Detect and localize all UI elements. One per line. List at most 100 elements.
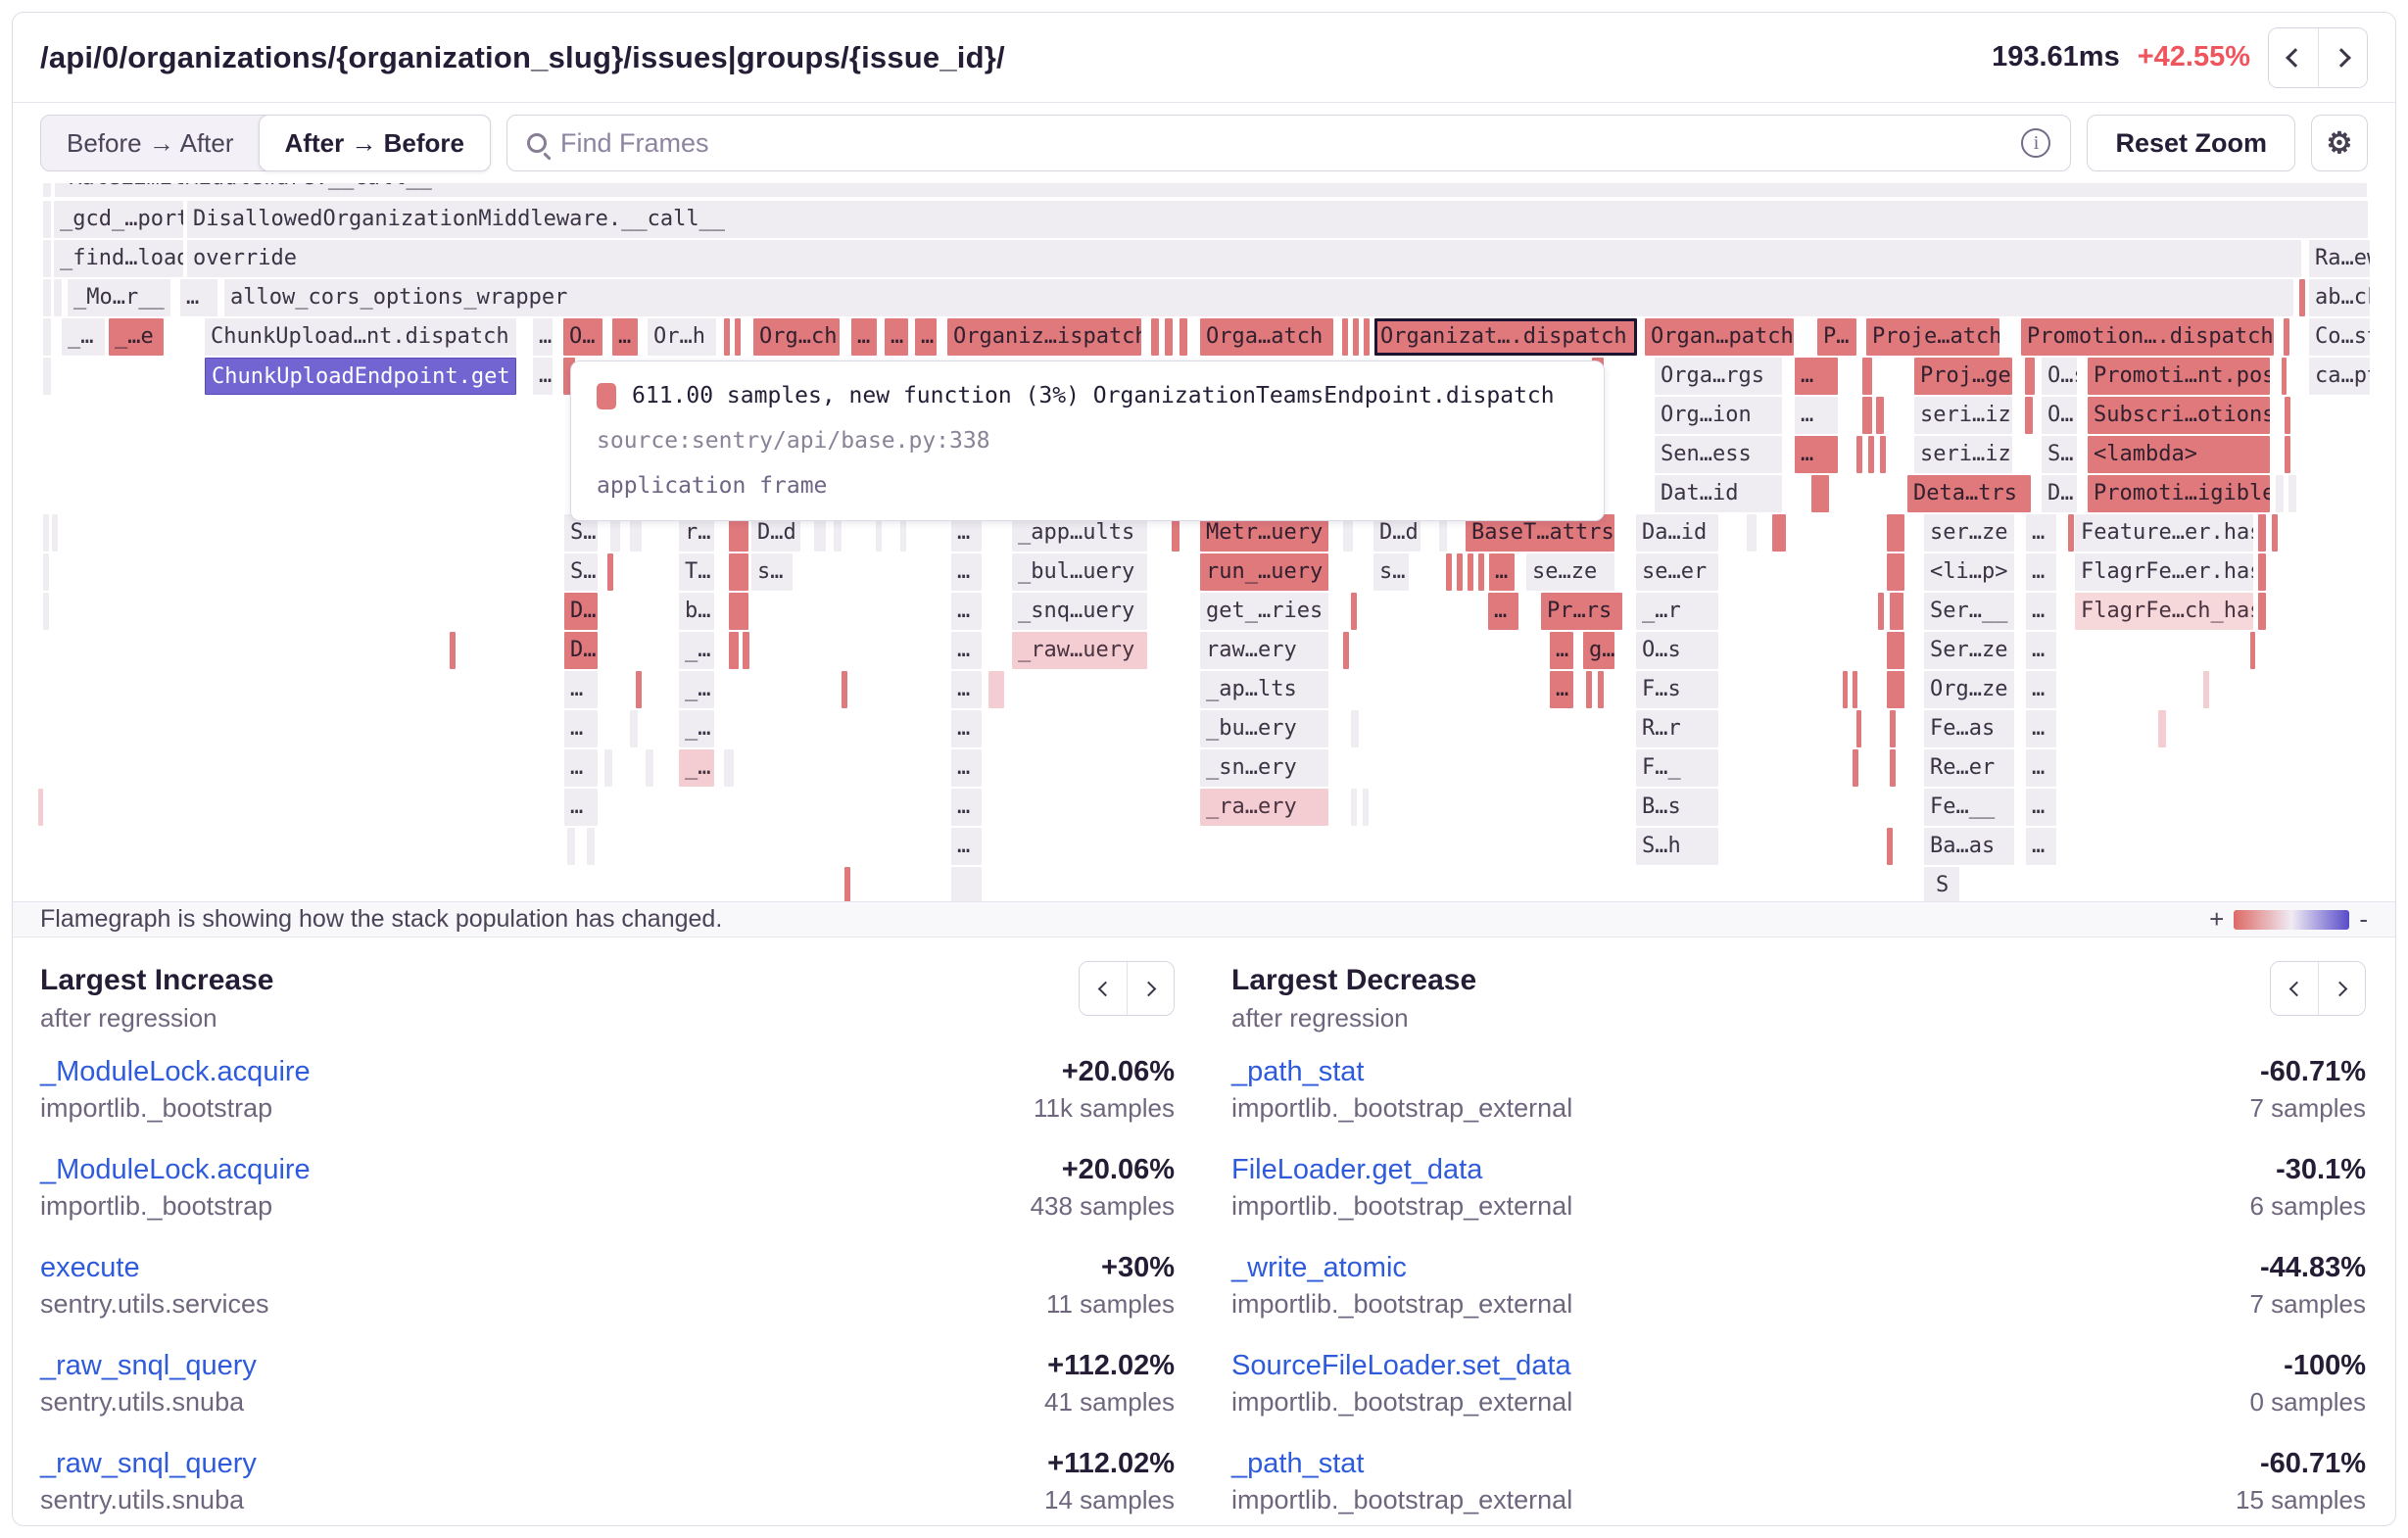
flamegraph-frame[interactable]: _raw…uery (1012, 632, 1147, 669)
function-link[interactable]: _ModuleLock.acquire (40, 1053, 311, 1090)
flamegraph-frame-sliver[interactable] (1363, 789, 1369, 826)
flamegraph-frame-sliver[interactable] (2025, 358, 2035, 395)
flamegraph-frame[interactable]: … (533, 358, 553, 395)
flamegraph-frame[interactable]: run_…uery (1200, 553, 1328, 591)
flamegraph-frame[interactable]: seri…ize (1914, 397, 2012, 434)
flamegraph-frame-sliver[interactable] (2276, 475, 2284, 512)
flamegraph-frame[interactable]: … (951, 593, 982, 630)
flamegraph-frame-sliver[interactable] (735, 318, 741, 356)
flamegraph-frame-sliver[interactable] (1351, 710, 1359, 747)
prev-button[interactable] (2269, 28, 2318, 87)
flamegraph-frame[interactable]: B…s (1636, 789, 1718, 826)
flamegraph[interactable]: S…Ba…asS…h……Fe…__B…s_ra…ery………Re…erF…__s… (38, 183, 2370, 901)
flamegraph-frame[interactable]: _…r (1636, 593, 1718, 630)
flamegraph-frame[interactable]: … (951, 789, 982, 826)
flamegraph-frame-sliver[interactable] (52, 514, 58, 552)
flamegraph-frame-sliver[interactable] (2285, 436, 2290, 473)
flamegraph-frame[interactable]: Promoti…nt.post (2088, 358, 2270, 395)
flamegraph-frame-sliver[interactable] (567, 828, 575, 865)
flamegraph-frame-sliver[interactable] (724, 749, 734, 787)
flamegraph-frame[interactable]: … (1550, 671, 1573, 708)
flamegraph-frame-sliver[interactable] (38, 789, 43, 826)
flamegraph-frame[interactable]: S…h (1636, 828, 1718, 865)
flamegraph-frame-sliver[interactable] (1887, 828, 1893, 865)
flamegraph-frame[interactable]: S (1930, 867, 1959, 901)
flamegraph-frame-sliver[interactable] (2272, 514, 2278, 552)
flamegraph-frame-sliver[interactable] (1747, 514, 1757, 552)
flamegraph-frame[interactable]: ChunkUploadEndpoint.get (205, 358, 516, 395)
flamegraph-frame[interactable]: ca…pt (2309, 358, 2370, 395)
flamegraph-frame[interactable]: … (180, 279, 217, 316)
flamegraph-frame-sliver[interactable] (2250, 632, 2255, 669)
flamegraph-frame[interactable]: <lambda> (2088, 436, 2270, 473)
flamegraph-frame-sliver[interactable] (1351, 789, 1357, 826)
flamegraph-frame[interactable]: seri…ize (1914, 436, 2012, 473)
flamegraph-frame-sliver[interactable] (743, 632, 749, 669)
flamegraph-frame[interactable]: b… (679, 593, 714, 630)
flamegraph-frame[interactable]: O… (2042, 397, 2077, 434)
flamegraph-frame-sliver[interactable] (2285, 397, 2290, 434)
flamegraph-frame[interactable]: O… (563, 318, 602, 356)
function-link[interactable]: execute (40, 1249, 140, 1286)
flamegraph-frame[interactable]: … (564, 789, 598, 826)
function-link[interactable]: _write_atomic (1231, 1249, 1407, 1286)
flamegraph-frame[interactable]: … (2026, 710, 2056, 747)
flamegraph-frame[interactable]: Pr…rs (1541, 593, 1622, 630)
flamegraph-frame[interactable]: … (564, 749, 598, 787)
flamegraph-frame[interactable]: T… (679, 553, 714, 591)
flamegraph-frame[interactable]: Dat…id (1655, 475, 1782, 512)
flamegraph-frame[interactable]: Re…er (1924, 749, 2014, 787)
flamegraph-frame-sliver[interactable] (636, 671, 642, 708)
flamegraph-frame-sliver[interactable] (1772, 514, 1786, 552)
flamegraph-frame[interactable]: … (915, 318, 937, 356)
flamegraph-frame[interactable]: Promotion….dispatch (2021, 318, 2274, 356)
flamegraph-frame[interactable]: _bu…ery (1200, 710, 1328, 747)
flamegraph-frame[interactable]: DisallowedOrganizationMiddleware.__call_… (187, 201, 2368, 238)
flamegraph-frame[interactable]: … (951, 710, 982, 747)
flamegraph-frame-sliver[interactable] (1887, 671, 1904, 708)
flamegraph-frame-sliver[interactable] (988, 671, 1004, 708)
flamegraph-frame[interactable]: Fe…as (1924, 710, 2014, 747)
flamegraph-frame-sliver[interactable] (1887, 553, 1904, 591)
flamegraph-frame[interactable]: Sen…ess (1655, 436, 1782, 473)
flamegraph-frame[interactable]: get_…ries (1200, 593, 1328, 630)
flamegraph-frame[interactable]: … (564, 671, 598, 708)
flamegraph-frame[interactable]: Org…ion (1655, 397, 1782, 434)
flamegraph-frame[interactable]: _sn…ery (1200, 749, 1328, 787)
flamegraph-frame-sliver[interactable] (2282, 358, 2287, 395)
flamegraph-frame-sliver[interactable] (729, 632, 739, 669)
flamegraph-frame[interactable]: g… (1583, 632, 1614, 669)
flamegraph-frame-sliver[interactable] (1165, 318, 1173, 356)
flamegraph-frame[interactable]: Organizat….dispatch (1374, 318, 1637, 356)
flamegraph-frame-sliver[interactable] (1876, 397, 1884, 434)
flamegraph-frame[interactable]: … (851, 318, 877, 356)
flamegraph-frame-sliver[interactable] (450, 632, 456, 669)
flamegraph-frame[interactable]: S… (2042, 436, 2077, 473)
flamegraph-frame[interactable]: _find…load (54, 240, 183, 277)
flamegraph-frame[interactable]: R…r (1636, 710, 1718, 747)
flamegraph-frame-sliver[interactable] (1856, 710, 1861, 747)
flamegraph-frame-sliver[interactable] (2203, 671, 2209, 708)
flamegraph-frame-sliver[interactable] (2299, 279, 2305, 316)
flamegraph-frame[interactable]: Or…h (648, 318, 716, 356)
flamegraph-frame[interactable]: se…er (1636, 553, 1718, 591)
flamegraph-frame-sliver[interactable] (1342, 318, 1348, 356)
flamegraph-frame[interactable]: s… (751, 553, 793, 591)
function-link[interactable]: _raw_snql_query (40, 1347, 257, 1384)
flamegraph-frame-sliver[interactable] (2068, 514, 2074, 552)
flamegraph-frame[interactable]: FlagrFe…er.has (2075, 553, 2253, 591)
flamegraph-frame-sliver[interactable] (43, 201, 51, 238)
flamegraph-frame[interactable]: _… (62, 318, 105, 356)
flamegraph-frame-sliver[interactable] (1478, 553, 1484, 591)
flamegraph-frame-sliver[interactable] (43, 553, 49, 591)
flamegraph-frame[interactable]: Promoti…igible (2088, 475, 2270, 512)
flamegraph-frame[interactable]: O…s (2042, 358, 2077, 395)
flamegraph-frame[interactable]: … (951, 749, 982, 787)
flamegraph-frame[interactable]: … (951, 553, 982, 591)
flamegraph-frame-sliver[interactable] (1862, 397, 1872, 434)
flamegraph-frame-sliver[interactable] (1364, 318, 1370, 356)
flamegraph-frame-sliver[interactable] (1598, 671, 1604, 708)
flamegraph-frame-sliver[interactable] (1446, 553, 1452, 591)
flamegraph-frame[interactable]: … (533, 318, 553, 356)
flamegraph-frame-sliver[interactable] (43, 514, 49, 552)
